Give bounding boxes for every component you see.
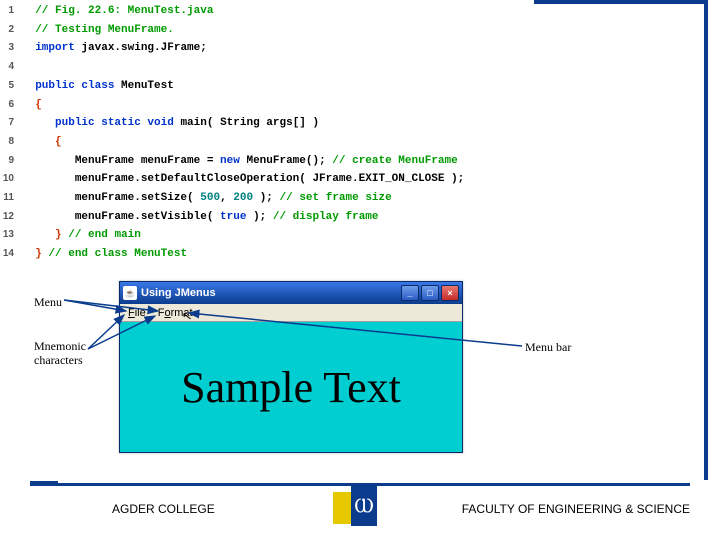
slide-border-right: [704, 0, 708, 480]
footer-left: AGDER COLLEGE: [112, 502, 215, 516]
code-line: 6 {: [0, 96, 560, 115]
menubar: File Format ↖: [120, 304, 462, 322]
college-logo: Ⲱ: [333, 486, 377, 530]
code-line: 10 menuFrame.setDefaultCloseOperation( J…: [0, 170, 560, 189]
window-title: Using JMenus: [141, 287, 216, 299]
titlebar: ☕ Using JMenus _ □ ×: [120, 282, 462, 304]
window-buttons: _ □ ×: [401, 285, 459, 301]
label-menubar: Menu bar: [525, 340, 571, 355]
code-line: 14 } // end class MenuTest: [0, 245, 560, 264]
code-listing: 1 // Fig. 22.6: MenuTest.java2 // Testin…: [0, 2, 560, 264]
cursor-icon: ↖: [181, 308, 193, 324]
maximize-button[interactable]: □: [421, 285, 439, 301]
code-line: 9 MenuFrame menuFrame = new MenuFrame();…: [0, 152, 560, 171]
code-line: 8 {: [0, 133, 560, 152]
code-line: 13 } // end main: [0, 226, 560, 245]
label-mnemonic-1: Mnemonic: [34, 339, 86, 354]
code-line: 5 public class MenuTest: [0, 77, 560, 96]
minimize-button[interactable]: _: [401, 285, 419, 301]
close-button[interactable]: ×: [441, 285, 459, 301]
code-line: 4: [0, 58, 560, 77]
footer-right: FACULTY OF ENGINEERING & SCIENCE: [462, 502, 690, 516]
label-menu: Menu: [34, 295, 62, 310]
code-line: 2 // Testing MenuFrame.: [0, 21, 560, 40]
pillar-icon: Ⲱ: [354, 495, 373, 518]
java-icon: ☕: [123, 286, 137, 300]
client-area: Sample Text: [120, 322, 462, 452]
sample-text: Sample Text: [181, 362, 401, 413]
code-line: 11 menuFrame.setSize( 500, 200 ); // set…: [0, 189, 560, 208]
code-line: 1 // Fig. 22.6: MenuTest.java: [0, 2, 560, 21]
menu-file[interactable]: File: [122, 306, 152, 320]
code-line: 12 menuFrame.setVisible( true ); // disp…: [0, 208, 560, 227]
label-mnemonic-2: characters: [34, 353, 83, 368]
code-line: 7 public static void main( String args[]…: [0, 114, 560, 133]
slide-border-top: [534, 0, 708, 4]
code-line: 3 import javax.swing.JFrame;: [0, 39, 560, 58]
app-window: ☕ Using JMenus _ □ × File Format ↖ Sampl…: [119, 281, 463, 453]
